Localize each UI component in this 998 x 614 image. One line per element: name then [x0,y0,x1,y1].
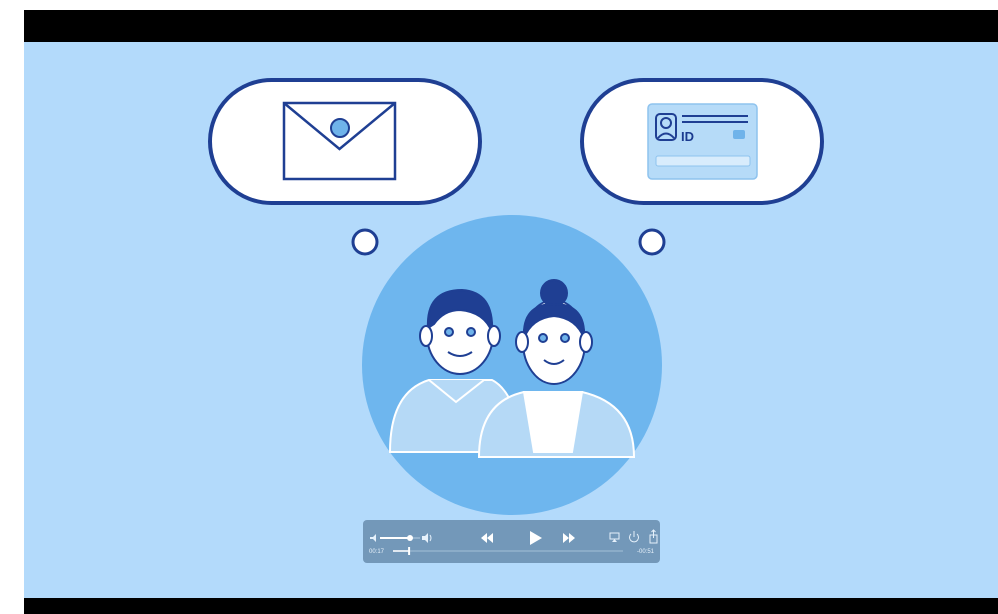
power-icon[interactable] [629,531,639,543]
play-icon[interactable] [530,531,542,545]
thought-bubble-id: ID [580,78,824,205]
progress-scrubber[interactable] [408,547,411,555]
thought-bubble-email [208,78,482,205]
volume-slider[interactable] [380,535,420,541]
remaining-time: -00:51 [637,549,655,555]
video-frame[interactable]: ID 00:17 -00:51 [24,42,998,598]
video-letterbox: ID 00:17 -00:51 [24,10,998,614]
media-player-controls: 00:17 -00:51 [363,520,660,563]
current-time: 00:17 [369,549,385,555]
speaker-low-icon[interactable] [370,534,376,542]
id-card-icon: ID [647,103,758,180]
share-icon[interactable] [649,529,658,544]
speaker-high-icon[interactable] [422,533,432,543]
progress-bar[interactable] [393,547,623,555]
airplay-icon[interactable] [609,532,620,542]
fast-forward-icon[interactable] [563,533,575,543]
id-card-label: ID [681,129,694,144]
volume-knob[interactable] [407,535,413,541]
illustration: ID [208,78,824,515]
rewind-icon[interactable] [481,533,493,543]
avatar-circle [362,215,662,515]
